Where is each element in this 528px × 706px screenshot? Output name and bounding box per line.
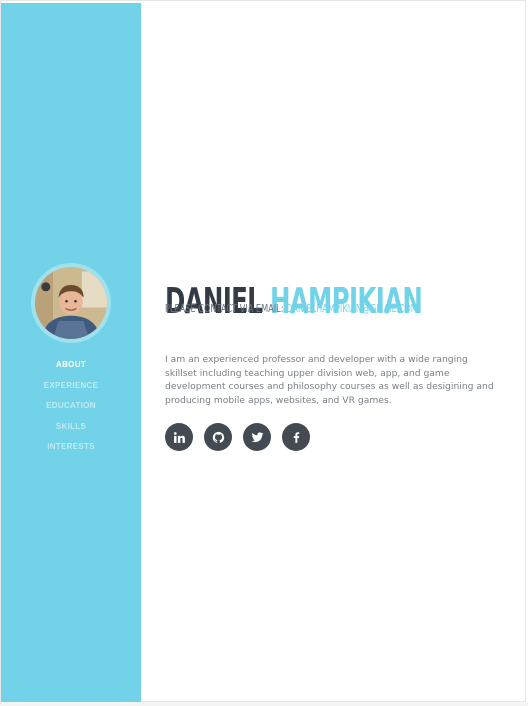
nav-item-interests[interactable]: INTERESTS: [1, 437, 141, 458]
bio-text: I am an experienced professor and develo…: [165, 354, 494, 406]
bottom-border: [0, 702, 528, 706]
nav-item-about[interactable]: ABOUT: [1, 355, 141, 376]
facebook-button[interactable]: [282, 423, 310, 451]
facebook-icon: [293, 431, 299, 443]
contact-line: PLEASE CONTACT VIA EMAIL: DANIELHAMPIKIA…: [165, 302, 418, 316]
nav-item-skills[interactable]: SKILLS: [1, 417, 141, 438]
social-links: [165, 423, 310, 451]
contact-label: PLEASE CONTACT VIA EMAIL:: [165, 303, 287, 315]
profile-avatar: [31, 263, 111, 343]
sidebar: ABOUT EXPERIENCE EDUCATION SKILLS INTERE…: [1, 3, 141, 703]
twitter-icon: [251, 431, 263, 442]
github-button[interactable]: [204, 423, 232, 451]
linkedin-icon: [173, 431, 185, 443]
sidebar-nav: ABOUT EXPERIENCE EDUCATION SKILLS INTERE…: [1, 355, 141, 458]
email-link[interactable]: DANIELHAMPIKIAN@GMAIL.COM: [286, 303, 418, 315]
twitter-button[interactable]: [243, 423, 271, 451]
nav-item-experience[interactable]: EXPERIENCE: [1, 376, 141, 397]
github-icon: [212, 431, 224, 443]
profile-photo: [35, 267, 107, 339]
nav-item-education[interactable]: EDUCATION: [1, 396, 141, 417]
linkedin-button[interactable]: [165, 423, 193, 451]
